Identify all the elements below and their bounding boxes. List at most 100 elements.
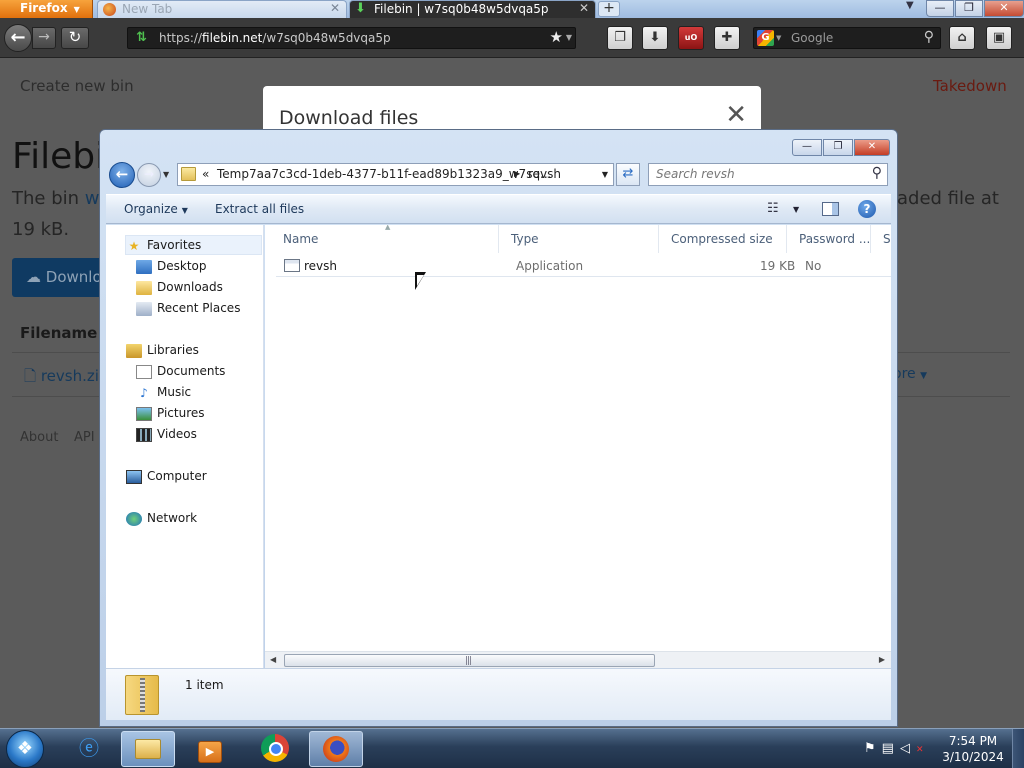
url-prefix: https://: [159, 31, 203, 45]
help-icon[interactable]: ?: [858, 200, 876, 218]
chrome-logo-icon: [261, 734, 289, 762]
search-icon[interactable]: ⚲: [872, 165, 882, 181]
breadcrumb-revsh[interactable]: revsh: [528, 167, 561, 181]
google-engine-icon[interactable]: G: [757, 30, 774, 46]
window-minimize-button[interactable]: —: [926, 0, 954, 17]
recent-places-icon: [136, 302, 152, 316]
pocket-button[interactable]: ❐: [607, 26, 633, 50]
bookmark-star-icon[interactable]: ★: [550, 28, 563, 46]
explorer-search-input[interactable]: Search revsh ⚲: [648, 163, 888, 186]
footer-about-link[interactable]: About: [20, 430, 58, 445]
explorer-back-button[interactable]: ←: [109, 162, 135, 188]
back-button[interactable]: ←: [4, 24, 32, 52]
nav-label: Desktop: [157, 259, 207, 273]
taskbar-chrome-icon[interactable]: [248, 731, 302, 767]
file-link[interactable]: 🗋 revsh.zi: [24, 366, 99, 391]
tab-title: Filebin | w7sq0b48w5dvqa5p: [374, 2, 549, 16]
close-icon[interactable]: ✕: [579, 1, 589, 15]
address-bar[interactable]: « Temp7aa7c3cd-1deb-4377-b11f-ead89b1323…: [177, 163, 614, 186]
chevron-down-icon[interactable]: ▼: [776, 34, 781, 42]
scroll-right-icon[interactable]: ▶: [879, 655, 885, 664]
horizontal-scrollbar[interactable]: ◀ ||| ▶: [265, 651, 891, 668]
explorer-forward-button[interactable]: →: [137, 163, 161, 187]
nav-label: Pictures: [157, 406, 205, 420]
column-header-type[interactable]: Type: [499, 225, 659, 253]
home-button[interactable]: ⌂: [949, 26, 975, 50]
taskbar-internet-explorer-icon[interactable]: ⓔ: [62, 731, 116, 767]
refresh-icon[interactable]: ⇄: [616, 163, 640, 186]
url-history-dropdown-icon[interactable]: ▼: [566, 33, 572, 42]
tab-filebin[interactable]: ⬇ Filebin | w7sq0b48w5dvqa5p ✕: [349, 0, 596, 18]
tab-new-tab[interactable]: New Tab ✕: [97, 0, 347, 18]
clock[interactable]: 7:54 PM 3/10/2024: [942, 733, 1004, 765]
create-new-bin-link[interactable]: Create new bin: [20, 77, 134, 95]
search-icon[interactable]: ⚲: [924, 29, 934, 45]
forward-button[interactable]: →: [32, 27, 56, 49]
url-path: /w7sq0b48w5dvqa5p: [262, 31, 391, 45]
close-icon[interactable]: ✕: [330, 1, 340, 15]
chevron-down-icon: ▼: [73, 5, 80, 14]
column-header-size[interactable]: Si: [871, 225, 891, 253]
preview-pane-icon[interactable]: [822, 202, 839, 216]
download-button[interactable]: ☁ Downlo: [12, 258, 107, 297]
breadcrumb-chevron-icon[interactable]: ▶: [514, 169, 520, 178]
view-options-dropdown-icon[interactable]: ▼: [793, 205, 799, 214]
network-icon: [126, 512, 142, 526]
new-tab-button[interactable]: +: [598, 1, 620, 17]
taskbar: ❖ ⓔ ▶ ⚑▤◁✕ 7:54 PM 3/10/2024: [0, 728, 1024, 768]
item-count: 1 item: [185, 678, 224, 692]
scroll-left-icon[interactable]: ◀: [270, 655, 276, 664]
taskbar-media-player-icon[interactable]: ▶: [183, 731, 237, 767]
column-header-name[interactable]: ▲ Name: [271, 225, 499, 253]
system-tray: ⚑▤◁✕: [864, 741, 924, 756]
site-identity-icon[interactable]: ⇅: [136, 30, 147, 45]
more-dropdown-link[interactable]: ore ▼: [893, 366, 927, 382]
close-icon[interactable]: ✕: [725, 102, 747, 128]
search-placeholder[interactable]: Search revsh: [656, 167, 735, 181]
url-domain: filebin.net: [202, 31, 263, 45]
address-history-dropdown-icon[interactable]: ▼: [602, 170, 608, 179]
show-desktop-button[interactable]: [1012, 729, 1024, 768]
change-view-icon[interactable]: ☷: [767, 201, 779, 216]
scrollbar-thumb[interactable]: |||: [284, 654, 655, 667]
column-header-password[interactable]: Password ...: [787, 225, 871, 253]
bin-size-text: 19 kB.: [12, 219, 70, 240]
explorer-window: — ❐ ✕ ← → ▼ « Temp7aa7c3cd-1deb-4377-b11…: [99, 129, 898, 727]
start-button[interactable]: ❖: [6, 730, 44, 768]
volume-icon[interactable]: ◁✕: [900, 741, 924, 756]
explorer-maximize-button[interactable]: ❐: [823, 139, 853, 156]
bin-description: The bin w7: [12, 188, 111, 209]
reload-button[interactable]: ↻: [61, 27, 89, 49]
search-bar[interactable]: G ▼ Google ⚲: [753, 27, 941, 49]
explorer-minimize-button[interactable]: —: [792, 139, 822, 156]
modal-title: Download files: [279, 107, 419, 129]
addons-puzzle-icon[interactable]: ✚: [714, 26, 740, 50]
menu-panel-button[interactable]: ▣: [986, 26, 1012, 50]
taskbar-firefox-icon[interactable]: [309, 731, 363, 767]
network-status-icon[interactable]: ▤: [882, 741, 900, 756]
takedown-link[interactable]: Takedown: [933, 77, 1007, 95]
url-bar[interactable]: ⇅ https://filebin.net/w7sq0b48w5dvqa5p ★…: [127, 27, 576, 49]
organize-button[interactable]: Organize ▼: [124, 202, 188, 216]
file-row[interactable]: revsh Application 19 KB No: [276, 255, 891, 277]
window-maximize-button[interactable]: ❐: [955, 0, 983, 17]
recent-pages-dropdown-icon[interactable]: ▼: [163, 170, 169, 179]
firefox-menu-button[interactable]: Firefox ▼: [0, 0, 93, 18]
nav-favorites[interactable]: ★ Favorites: [125, 235, 262, 255]
column-header-compressed-size[interactable]: Compressed size: [659, 225, 787, 253]
explorer-close-button[interactable]: ✕: [854, 139, 890, 156]
extract-all-files-button[interactable]: Extract all files: [215, 202, 304, 216]
address-overflow-icon[interactable]: «: [202, 167, 209, 181]
bin-description-tail: aded file at: [897, 188, 999, 209]
taskbar-file-explorer-icon[interactable]: [121, 731, 175, 767]
search-placeholder[interactable]: Google: [791, 31, 833, 45]
window-close-button[interactable]: ✕: [984, 0, 1024, 17]
action-center-flag-icon[interactable]: ⚑: [864, 741, 882, 756]
pictures-icon: [136, 407, 152, 421]
url-text[interactable]: https://filebin.net/w7sq0b48w5dvqa5p: [159, 31, 391, 45]
breadcrumb-temp-folder[interactable]: Temp7aa7c3cd-1deb-4377-b11f-ead89b1323a9…: [217, 167, 552, 181]
downloads-button[interactable]: ⬇: [642, 26, 668, 50]
ublock-origin-icon[interactable]: uO: [678, 26, 704, 50]
footer-api-link[interactable]: API: [74, 430, 95, 445]
tab-list-dropdown-icon[interactable]: ▼: [906, 0, 914, 11]
